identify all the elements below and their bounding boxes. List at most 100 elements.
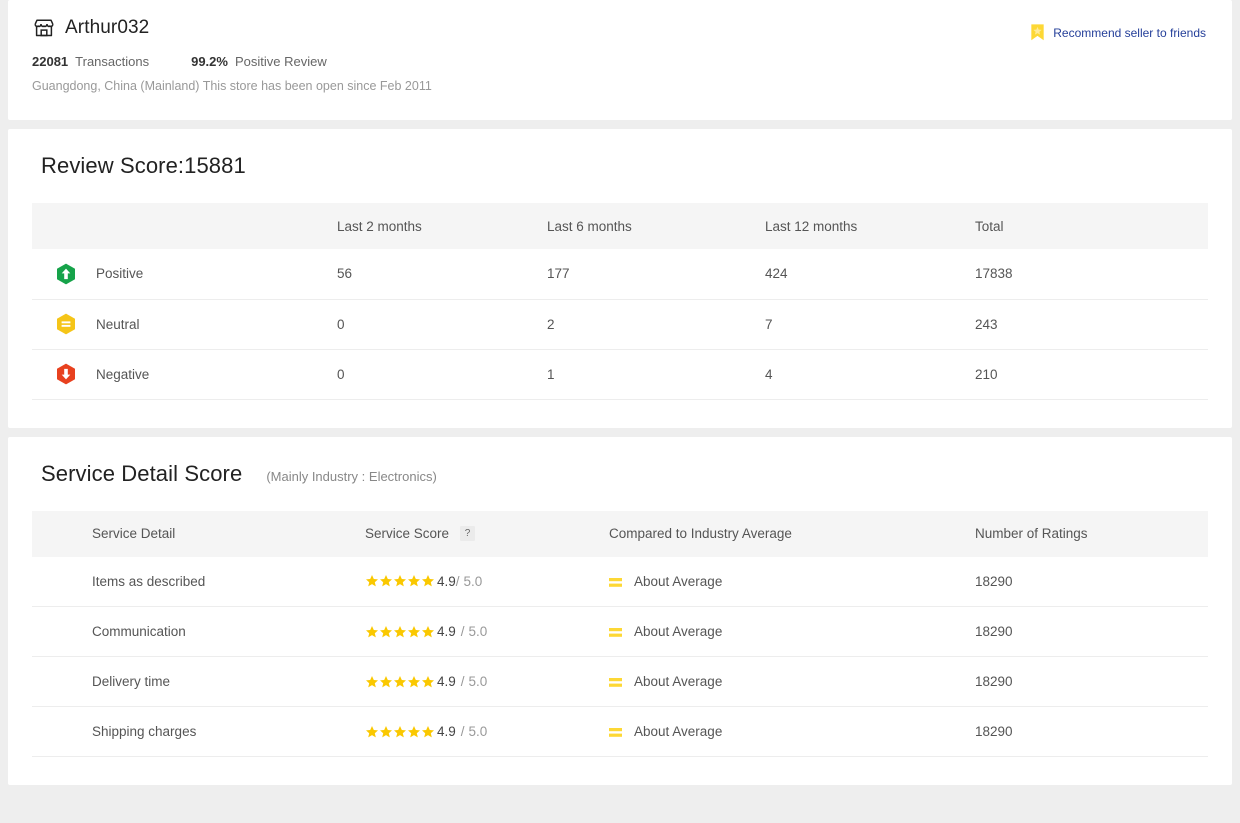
seller-feedback-page: Arthur032 22081 Transactions 99.2% Posit… xyxy=(0,0,1240,823)
service-detail-label: Items as described xyxy=(32,556,365,607)
transactions-label: Transactions xyxy=(75,54,150,69)
hex-equals-icon xyxy=(56,313,76,335)
service-col-detail: Service Detail xyxy=(32,510,365,557)
service-detail-label: Communication xyxy=(32,606,365,657)
service-score-max: 5.0 xyxy=(468,624,488,639)
table-row: Items as described 4.9 / 5.0 About Avera… xyxy=(32,556,1208,607)
service-compare-label: About Average xyxy=(634,674,723,689)
service-ratings-count: 18290 xyxy=(975,706,1208,757)
table-row: Communication 4.9 / 5.0 About Average 18… xyxy=(32,606,1208,657)
review-header-row: Last 2 months Last 6 months Last 12 mont… xyxy=(32,203,1208,249)
service-compare-cell: About Average xyxy=(609,706,975,757)
review-col-blank xyxy=(32,203,337,249)
service-compare-label: About Average xyxy=(634,724,723,739)
equals-icon xyxy=(609,626,622,637)
service-score-max: 5.0 xyxy=(468,724,488,739)
recommend-seller-button[interactable]: Recommend seller to friends xyxy=(1028,23,1206,42)
service-ratings-count: 18290 xyxy=(975,606,1208,657)
service-col-score-label: Service Score xyxy=(365,526,450,541)
review-rating-type-cell: Negative xyxy=(32,349,337,400)
service-compare-label: About Average xyxy=(634,573,723,589)
review-last-2-months: 56 xyxy=(337,249,547,300)
service-score-separator: / xyxy=(460,624,465,639)
table-row: Positive 56 177 424 17838 xyxy=(32,249,1208,300)
review-score-panel: Review Score:15881 Last 2 months Last 6 … xyxy=(8,129,1232,428)
service-compare-cell: About Average xyxy=(609,556,975,607)
bookmark-star-icon xyxy=(1028,23,1047,42)
service-detail-subtitle: (Mainly Industry : Electronics) xyxy=(266,468,437,484)
service-ratings-count: 18290 xyxy=(975,556,1208,607)
seller-name: Arthur032 xyxy=(65,17,150,38)
service-score-cell: 4.9 / 5.0 xyxy=(365,656,609,707)
review-total: 210 xyxy=(975,349,1208,400)
review-total: 243 xyxy=(975,299,1208,350)
table-row: Delivery time 4.9 / 5.0 About Average 18… xyxy=(32,656,1208,707)
review-score-title: Review Score:15881 xyxy=(41,153,246,178)
service-detail-header: Service Detail Score (Mainly Industry : … xyxy=(32,461,1208,487)
service-score-max: 5.0 xyxy=(468,674,488,689)
review-last-6-months: 177 xyxy=(547,249,765,300)
equals-icon xyxy=(609,726,622,737)
review-score-header: Review Score:15881 xyxy=(32,153,1208,179)
table-row: Neutral 0 2 7 243 xyxy=(32,299,1208,350)
review-table-head: Last 2 months Last 6 months Last 12 mont… xyxy=(32,203,1208,249)
positive-review-percent: 99.2% xyxy=(191,54,228,69)
review-rating-type-cell: Positive xyxy=(32,249,337,300)
table-row: Shipping charges 4.9 / 5.0 About Average… xyxy=(32,706,1208,757)
service-compare-cell: About Average xyxy=(609,606,975,657)
equals-icon xyxy=(609,576,622,587)
review-rating-label: Neutral xyxy=(96,316,140,332)
review-col-last-12-months: Last 12 months xyxy=(765,203,975,249)
positive-review-label: Positive Review xyxy=(234,54,327,69)
service-col-compared: Compared to Industry Average xyxy=(609,510,975,557)
service-score-value: 4.9 xyxy=(437,724,456,739)
review-rating-label: Negative xyxy=(96,366,150,382)
review-last-12-months: 7 xyxy=(765,299,975,350)
service-compare-label: About Average xyxy=(634,624,723,639)
review-last-6-months: 1 xyxy=(547,349,765,400)
review-last-12-months: 424 xyxy=(765,249,975,300)
seller-stats: 22081 Transactions 99.2% Positive Review xyxy=(32,54,1208,69)
table-row: Negative 0 1 4 210 xyxy=(32,349,1208,400)
service-detail-title: Service Detail Score xyxy=(41,460,243,486)
service-detail-label: Delivery time xyxy=(32,656,365,707)
service-table-body: Items as described 4.9 / 5.0 About Avera… xyxy=(32,556,1208,757)
hex-arrow-up-icon xyxy=(56,263,76,285)
star-rating xyxy=(365,574,435,588)
review-last-6-months: 2 xyxy=(547,299,765,350)
service-col-ratings: Number of Ratings xyxy=(975,510,1208,557)
service-table-head: Service Detail Service Score ? Compared … xyxy=(32,510,1208,557)
service-score-separator: / xyxy=(460,674,465,689)
service-score-value: 4.9 xyxy=(437,674,456,689)
seller-location-line: Guangdong, China (Mainland) This store h… xyxy=(32,79,432,93)
service-score-value: 4.9 xyxy=(437,573,456,589)
service-detail-table: Service Detail Service Score ? Compared … xyxy=(32,510,1208,757)
review-rating-type-cell: Neutral xyxy=(32,299,337,350)
service-compare-cell: About Average xyxy=(609,656,975,707)
review-last-2-months: 0 xyxy=(337,349,547,400)
review-total: 17838 xyxy=(975,249,1208,300)
service-score-max: 5.0 xyxy=(463,573,483,589)
review-col-last-6-months: Last 6 months xyxy=(547,203,765,249)
star-rating xyxy=(365,725,435,739)
service-detail-label: Shipping charges xyxy=(32,706,365,757)
review-col-last-2-months: Last 2 months xyxy=(337,203,547,249)
review-table-body: Positive 56 177 424 17838 Neutral 0 2 7 … xyxy=(32,249,1208,400)
service-detail-score-panel: Service Detail Score (Mainly Industry : … xyxy=(8,436,1232,785)
review-rating-label: Positive xyxy=(96,266,144,282)
service-score-cell: 4.9 / 5.0 xyxy=(365,556,609,607)
service-header-row: Service Detail Service Score ? Compared … xyxy=(32,510,1208,557)
transactions-count: 22081 xyxy=(32,54,69,69)
storefront-icon xyxy=(32,16,56,40)
review-score-table: Last 2 months Last 6 months Last 12 mont… xyxy=(32,203,1208,400)
help-icon[interactable]: ? xyxy=(460,526,476,541)
service-score-separator: / xyxy=(455,573,460,589)
service-score-cell: 4.9 / 5.0 xyxy=(365,606,609,657)
equals-icon xyxy=(609,676,622,687)
star-rating xyxy=(365,625,435,639)
review-last-2-months: 0 xyxy=(337,299,547,350)
hex-arrow-down-icon xyxy=(56,363,76,385)
service-score-value: 4.9 xyxy=(437,624,456,639)
review-last-12-months: 4 xyxy=(765,349,975,400)
recommend-seller-label: Recommend seller to friends xyxy=(1053,25,1206,40)
